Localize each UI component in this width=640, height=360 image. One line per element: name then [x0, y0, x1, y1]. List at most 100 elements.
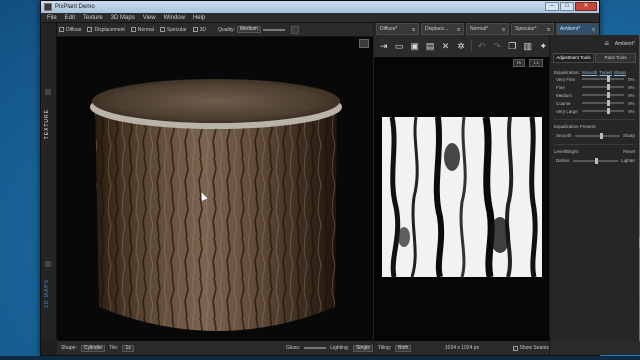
- slider-knob[interactable]: [607, 100, 611, 106]
- toggle-diffuse[interactable]: ✓ Diffuse: [59, 27, 81, 33]
- paste-icon[interactable]: ▥: [522, 40, 533, 52]
- preset-slider[interactable]: [574, 132, 620, 139]
- eq-slider[interactable]: [582, 108, 624, 114]
- quality-control: Quality: Medium: [218, 26, 285, 33]
- preset-sharp-label: Sharp: [622, 133, 635, 138]
- close-button[interactable]: ✕: [575, 2, 597, 11]
- panel-menu-icon[interactable]: ≡: [602, 39, 612, 49]
- eq-row-value: 0%: [628, 100, 635, 106]
- save-all-icon[interactable]: ▤: [424, 40, 435, 52]
- fit-button[interactable]: Fit: [512, 59, 526, 67]
- toggle-specular[interactable]: ✓ Specular: [159, 27, 187, 33]
- menu-file[interactable]: File: [47, 15, 57, 21]
- tab-specular[interactable]: Specular* ⧉: [511, 23, 554, 35]
- tiling-select[interactable]: Both: [395, 344, 412, 352]
- tab-diffuse[interactable]: Diffuse* ⧉: [376, 23, 419, 35]
- gloss-slider[interactable]: [304, 347, 327, 349]
- close-tab-icon[interactable]: ⧉: [412, 27, 415, 32]
- close-icon[interactable]: ✕: [440, 40, 451, 52]
- menu-3d-maps[interactable]: 3D Maps: [111, 15, 135, 21]
- tile-label: Tile:: [109, 345, 119, 351]
- eq-mode-tuned[interactable]: Tuned: [599, 70, 612, 75]
- menu-help[interactable]: Help: [193, 15, 205, 21]
- checkbox-icon[interactable]: ✓: [512, 345, 518, 351]
- viewport-corner-button[interactable]: [359, 39, 369, 48]
- slider-knob[interactable]: [599, 132, 603, 139]
- close-tab-icon[interactable]: ⧉: [457, 27, 460, 32]
- show-seams-toggle[interactable]: ✓ Show Seams: [512, 345, 549, 351]
- slider-knob[interactable]: [607, 92, 611, 98]
- panel-title: Ambient*: [614, 41, 635, 47]
- equalization-section: Equalization: Smooth Tuned Sharp Very Fi…: [550, 63, 639, 165]
- tile-select[interactable]: 1x: [122, 344, 134, 352]
- eq-mode-sharp[interactable]: Sharp: [614, 70, 626, 75]
- generate-icon[interactable]: ✦: [537, 40, 548, 52]
- close-tab-icon[interactable]: ⧉: [502, 27, 505, 32]
- eq-slider[interactable]: [582, 76, 624, 82]
- collapse-arrow-icon[interactable]: [45, 89, 51, 95]
- shape-select[interactable]: Cylinder: [80, 344, 106, 352]
- eq-row-label: Very Large: [556, 108, 578, 114]
- checkbox-icon[interactable]: ✓: [87, 27, 93, 32]
- redo-icon[interactable]: ↷: [491, 40, 502, 52]
- preset-slider-row: Smooth Sharp: [554, 131, 635, 140]
- 3d-viewport[interactable]: [57, 37, 373, 341]
- checkbox-icon[interactable]: ✓: [130, 27, 136, 32]
- quality-select[interactable]: Medium: [237, 26, 261, 33]
- eq-slider[interactable]: [582, 92, 624, 98]
- collapse-arrow-icon[interactable]: [45, 261, 51, 267]
- lighting-label: Lighting:: [330, 345, 350, 351]
- slider-knob[interactable]: [595, 157, 599, 164]
- open-icon[interactable]: ▭: [393, 40, 404, 52]
- menu-texture[interactable]: Texture: [83, 15, 103, 21]
- eq-slider[interactable]: [582, 100, 624, 106]
- settings-icon[interactable]: ✲: [455, 40, 466, 52]
- tab-displacement[interactable]: Displace... ⧉: [421, 23, 464, 35]
- slider-knob[interactable]: [607, 108, 611, 114]
- eq-row-label: Coarse: [556, 100, 571, 106]
- map-preview[interactable]: Fit 1:1: [374, 57, 549, 341]
- tab-texture[interactable]: TEXTURE: [44, 109, 54, 139]
- close-tab-icon[interactable]: ⧉: [547, 27, 550, 32]
- brightness-slider[interactable]: [572, 157, 619, 164]
- equalization-header: Equalization: Smooth Tuned Sharp: [554, 70, 626, 75]
- one-to-one-button[interactable]: 1:1: [529, 59, 543, 67]
- menu-view[interactable]: View: [143, 15, 156, 21]
- menu-edit[interactable]: Edit: [65, 15, 75, 21]
- lighting-select[interactable]: Single: [353, 344, 373, 352]
- quality-label: Quality:: [218, 26, 235, 33]
- undo-icon[interactable]: ↶: [476, 40, 487, 52]
- viewport-bottom-bar: Shape: Cylinder Tile: 1x Gloss: Lighting…: [57, 341, 373, 355]
- eq-row: Very Fine 0%: [554, 75, 635, 83]
- levels-reset-link[interactable]: Reset: [623, 149, 635, 154]
- eq-row: Medium 0%: [554, 91, 635, 99]
- viewport-options-button[interactable]: [290, 25, 299, 34]
- tab-adjustment-tools[interactable]: Adjustment Tools: [553, 53, 594, 63]
- checkbox-icon[interactable]: ✓: [159, 27, 165, 32]
- menu-window[interactable]: Window: [164, 15, 185, 21]
- slider-knob[interactable]: [607, 76, 611, 82]
- toggle-3d[interactable]: ✓ 3D: [192, 27, 206, 33]
- maximize-button[interactable]: □: [560, 2, 574, 11]
- preset-smooth-label: Smooth: [556, 133, 572, 138]
- title-bar[interactable]: PixPlant Demo – □ ✕: [41, 1, 599, 13]
- tab-normal[interactable]: Normal* ⧉: [466, 23, 509, 35]
- toggle-displacement[interactable]: ✓ Displacement: [87, 27, 125, 33]
- tab-paint-tools[interactable]: Paint Tools: [595, 53, 636, 63]
- tab-ambient[interactable]: Ambient* ⧉: [556, 23, 599, 35]
- save-icon[interactable]: ▣: [409, 40, 420, 52]
- checkbox-icon[interactable]: ✓: [192, 27, 198, 32]
- quality-slider[interactable]: [262, 28, 285, 31]
- import-icon[interactable]: ⇥: [378, 40, 389, 52]
- close-tab-icon[interactable]: ⧉: [592, 27, 595, 32]
- minimize-button[interactable]: –: [545, 2, 559, 11]
- eq-mode-smooth[interactable]: Smooth: [582, 70, 598, 75]
- eq-row-value: 0%: [628, 108, 635, 114]
- viewport-toolbar: ✓ Diffuse ✓ Displacement ✓ Normal ✓ Specular…: [57, 23, 373, 37]
- eq-slider[interactable]: [582, 84, 624, 90]
- toggle-normal[interactable]: ✓ Normal: [130, 27, 154, 33]
- tab-3d-maps[interactable]: 3D MAPS: [44, 279, 54, 308]
- checkbox-icon[interactable]: ✓: [59, 27, 64, 32]
- slider-knob[interactable]: [607, 84, 611, 90]
- copy-icon[interactable]: ❐: [507, 40, 518, 52]
